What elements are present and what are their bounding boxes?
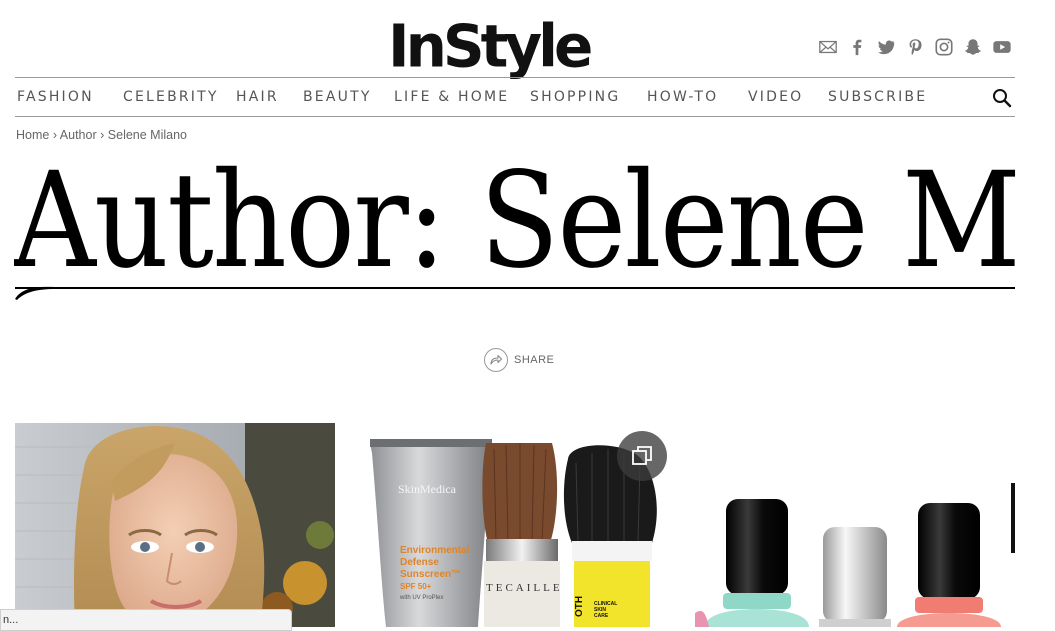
twitter-icon[interactable] xyxy=(876,37,896,57)
svg-text:Sunscreen™: Sunscreen™ xyxy=(400,569,461,580)
browser-status-bar: n... xyxy=(0,609,292,631)
nav-item-subscribe[interactable]: SUBSCRIBE xyxy=(828,87,927,107)
snapchat-icon[interactable] xyxy=(963,37,983,57)
nav-item-how-to[interactable]: HOW-TO xyxy=(647,87,718,107)
pinterest-icon[interactable] xyxy=(905,37,925,57)
title-swash-decoration xyxy=(15,286,55,300)
nav-bottom-divider xyxy=(15,116,1015,117)
product-brand: SkinMedica xyxy=(398,482,457,496)
nav-top-divider xyxy=(15,77,1015,78)
product-spf: SPF 50+ xyxy=(400,582,432,591)
article-card[interactable] xyxy=(15,423,335,627)
breadcrumb-separator: › xyxy=(52,128,57,142)
social-links xyxy=(818,36,1012,58)
gallery-badge[interactable] xyxy=(617,431,667,481)
title-underline xyxy=(15,287,1015,289)
instagram-icon[interactable] xyxy=(934,37,954,57)
search-icon[interactable] xyxy=(991,87,1013,109)
youtube-icon[interactable] xyxy=(992,37,1012,57)
nav-item-hair[interactable]: HAIR xyxy=(236,87,279,107)
breadcrumb: Home › Author › Selene Milano xyxy=(16,128,187,142)
nav-item-celebrity[interactable]: CELEBRITY xyxy=(123,87,219,107)
gallery-icon xyxy=(632,446,652,465)
product-tech: with UV ProPlex xyxy=(399,595,443,601)
svg-text:Defense: Defense xyxy=(400,557,439,568)
svg-text:CARE: CARE xyxy=(594,613,609,619)
share-button[interactable]: SHARE xyxy=(484,348,554,372)
article-card[interactable] xyxy=(695,423,1015,627)
nav-item-fashion[interactable]: FASHION xyxy=(17,87,94,107)
facebook-icon[interactable] xyxy=(847,37,867,57)
breadcrumb-author[interactable]: Author xyxy=(60,128,97,142)
breadcrumb-home[interactable]: Home xyxy=(16,128,49,142)
breadcrumb-separator: › xyxy=(100,128,105,142)
svg-text:Environmental: Environmental xyxy=(400,545,470,556)
share-label: SHARE xyxy=(514,354,555,366)
page-title: Author: Selene Milano xyxy=(14,158,1016,308)
nav-item-shopping[interactable]: SHOPPING xyxy=(530,87,620,107)
logo-text: InStyle xyxy=(388,11,593,81)
page-title-text: Author: Selene Milano xyxy=(14,158,1016,298)
email-icon[interactable] xyxy=(818,37,838,57)
nav-item-beauty[interactable]: BEAUTY xyxy=(303,87,372,107)
nav-item-video[interactable]: VIDEO xyxy=(748,87,803,107)
article-image-portrait xyxy=(15,423,335,627)
instyle-logo[interactable]: InStyle xyxy=(388,11,640,81)
svg-text:OTH: OTH xyxy=(574,596,585,617)
breadcrumb-current: Selene Milano xyxy=(107,128,187,142)
nav-item-life-home[interactable]: LIFE & HOME xyxy=(394,87,509,107)
article-image-nail-polish xyxy=(695,483,1015,627)
share-icon xyxy=(484,348,508,372)
brush-brand: TECAILLE xyxy=(486,582,563,594)
